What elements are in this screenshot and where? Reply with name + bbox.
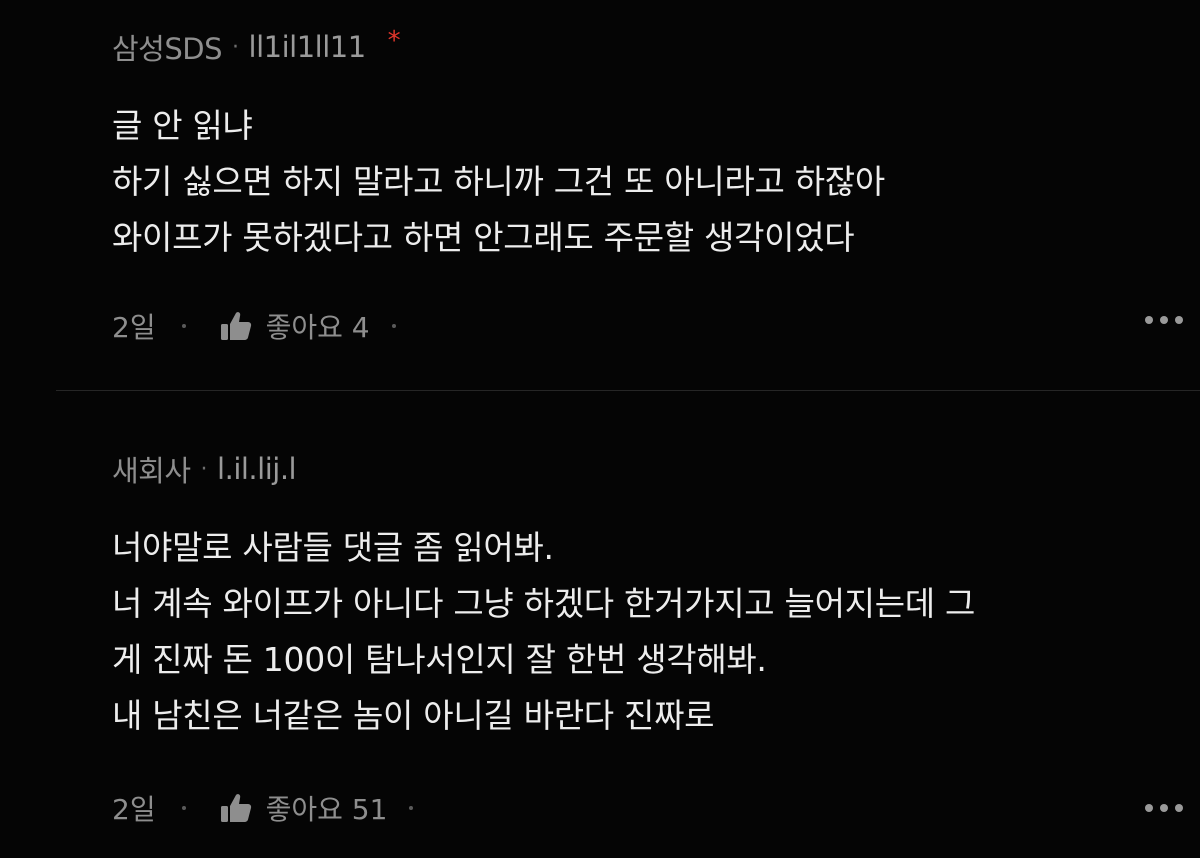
comment-meta: 삼성SDS · ll1il1ll11 *: [112, 26, 401, 68]
comment-line: 게 진짜 돈 100이 탐나서인지 잘 한번 생각해봐.: [112, 640, 767, 679]
comment-item: 새회사 · l.il.lij.l 너야말로 사람들 댓글 좀 읽어봐. 너 계속…: [0, 392, 1200, 858]
comment-line: 너 계속 와이프가 아니다 그냥 하겠다 한거가지고 늘어지는데 그: [112, 584, 976, 623]
comment-footer: 2일 좋아요 4: [112, 306, 1140, 346]
more-dot: [1160, 804, 1168, 812]
comment-line: 내 남친은 너같은 놈이 아니길 바란다 진짜로: [112, 696, 715, 735]
comment-line: 너야말로 사람들 댓글 좀 읽어봐.: [112, 528, 554, 567]
more-options-button[interactable]: [1145, 316, 1183, 324]
thumbs-up-icon: [220, 312, 251, 340]
comment-time: 2일: [112, 793, 156, 826]
comment-meta: 새회사 · l.il.lij.l: [112, 448, 297, 490]
comment-time: 2일: [112, 311, 156, 344]
more-dot: [1160, 316, 1168, 324]
comment-divider: [56, 390, 1200, 391]
more-dot: [1175, 804, 1183, 812]
more-horizontal-icon: [1145, 316, 1153, 324]
like-count: 좋아요 4: [265, 311, 370, 344]
footer-dot: [181, 806, 186, 810]
author-badge: *: [387, 26, 401, 56]
author-nickname[interactable]: l.il.lij.l: [217, 452, 297, 486]
like-button[interactable]: 좋아요 51: [220, 788, 388, 828]
more-dot: [1175, 316, 1183, 324]
more-horizontal-icon: [1145, 804, 1153, 812]
thumbs-up-icon: [220, 794, 251, 822]
comment-body: 글 안 읽냐 하기 싫으면 하지 말라고 하니까 그건 또 아니라고 하잖아 와…: [112, 98, 1160, 266]
footer-dot: [181, 324, 186, 328]
author-company[interactable]: 새회사: [112, 448, 191, 490]
comment-line: 와이프가 못하겠다고 하면 안그래도 주문할 생각이었다: [112, 218, 855, 257]
footer-dot: [409, 806, 414, 810]
author-nickname[interactable]: ll1il1ll11: [249, 30, 367, 64]
footer-dot: [391, 324, 396, 328]
comment-line: 글 안 읽냐: [112, 106, 253, 145]
comment-body: 너야말로 사람들 댓글 좀 읽어봐. 너 계속 와이프가 아니다 그냥 하겠다 …: [112, 520, 1160, 744]
meta-separator: ·: [200, 456, 208, 482]
author-company[interactable]: 삼성SDS: [112, 26, 223, 68]
like-count: 좋아요 51: [265, 793, 388, 826]
like-button[interactable]: 좋아요 4: [220, 306, 370, 346]
meta-separator: ·: [232, 34, 239, 60]
comment-footer: 2일 좋아요 51: [112, 788, 1140, 828]
comment-item: 삼성SDS · ll1il1ll11 * 글 안 읽냐 하기 싫으면 하지 말라…: [0, 0, 1200, 391]
comment-line: 하기 싫으면 하지 말라고 하니까 그건 또 아니라고 하잖아: [112, 162, 885, 201]
more-options-button[interactable]: [1145, 804, 1183, 812]
